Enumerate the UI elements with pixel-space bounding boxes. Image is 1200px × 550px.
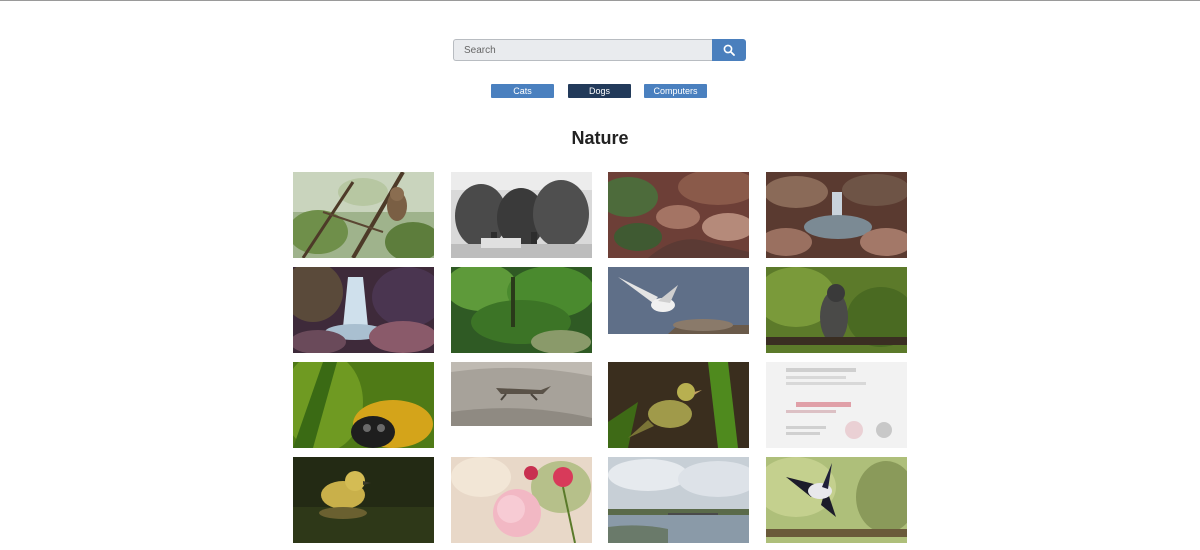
owl-photo	[293, 172, 434, 258]
search-input[interactable]	[453, 39, 712, 61]
gallery-image-stream[interactable]	[608, 172, 749, 258]
gallery-image-forest[interactable]	[451, 267, 592, 353]
section-title: Nature	[571, 128, 629, 148]
document-photo	[766, 362, 907, 448]
waterfall-pool-photo	[766, 172, 907, 258]
gallery-image-duckling[interactable]	[293, 457, 434, 543]
search-icon	[723, 44, 735, 56]
gallery-image-osprey[interactable]	[608, 267, 749, 334]
gallery-image-roses[interactable]	[451, 457, 592, 543]
stream-photo	[608, 172, 749, 258]
yellow-bird-photo	[608, 362, 749, 448]
top-border	[0, 0, 1200, 1]
gallery-image-owl[interactable]	[293, 172, 434, 258]
bumblebee-photo	[293, 362, 434, 448]
gallery-image-document[interactable]	[766, 362, 907, 448]
gallery-image-bumblebee[interactable]	[293, 362, 434, 448]
gallery-image-magpie[interactable]	[766, 457, 907, 543]
duckling-photo	[293, 457, 434, 543]
forest-photo	[451, 267, 592, 353]
search-button[interactable]	[712, 39, 746, 61]
category-cats-button[interactable]: Cats	[491, 84, 554, 98]
gallery-image-lizard[interactable]	[451, 362, 592, 426]
gallery-image-elephants[interactable]	[451, 172, 592, 258]
gallery-image-waterfall-pool[interactable]	[766, 172, 907, 258]
category-computers-button[interactable]: Computers	[644, 84, 707, 98]
lizard-photo	[451, 362, 592, 426]
elephants-photo	[451, 172, 592, 258]
gallery-image-waterfall[interactable]	[293, 267, 434, 353]
category-dogs-button[interactable]: Dogs	[568, 84, 631, 98]
gallery-image-yellow-bird[interactable]	[608, 362, 749, 448]
hawk-photo	[766, 267, 907, 353]
lake-photo	[608, 457, 749, 543]
search-bar	[453, 39, 746, 61]
gallery-image-hawk[interactable]	[766, 267, 907, 353]
magpie-photo	[766, 457, 907, 543]
gallery-image-lake[interactable]	[608, 457, 749, 543]
roses-photo	[451, 457, 592, 543]
osprey-photo	[608, 267, 749, 334]
waterfall-photo	[293, 267, 434, 353]
